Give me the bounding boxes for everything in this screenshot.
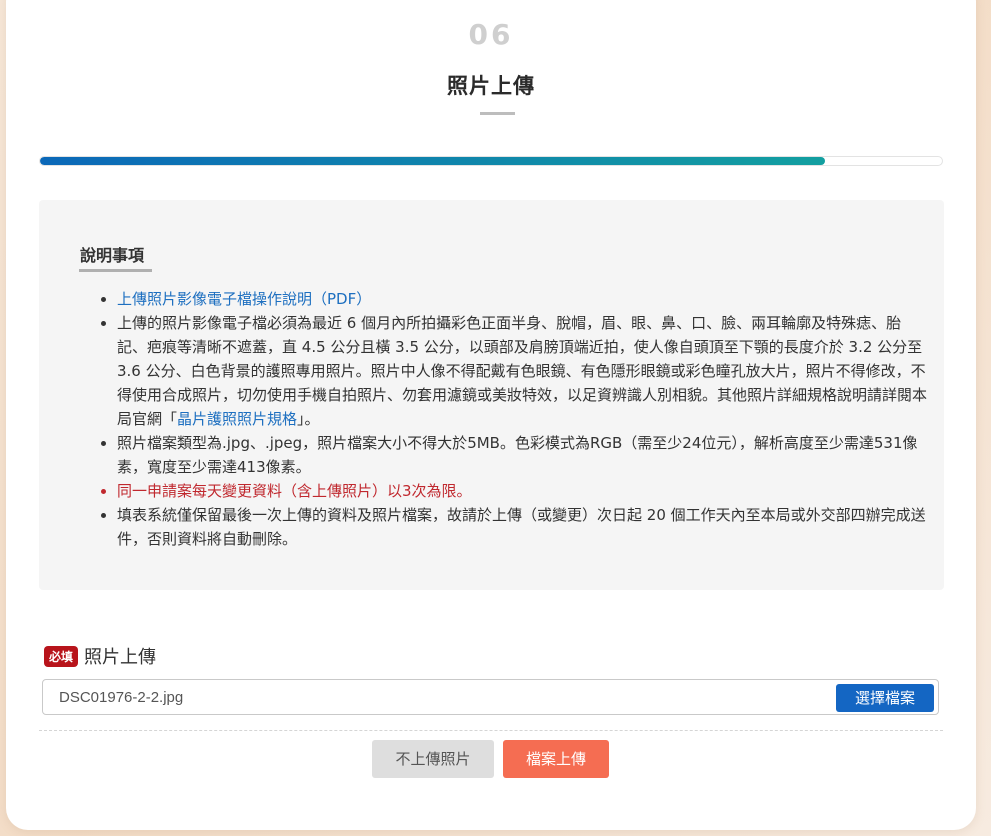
- progress-bar-fill: [40, 157, 825, 165]
- skip-upload-button[interactable]: 不上傳照片: [372, 740, 494, 778]
- list-item-text-after: 」。: [297, 410, 320, 428]
- photo-spec-link[interactable]: 晶片護照照片規格: [177, 410, 297, 428]
- upload-field-label: 必填 照片上傳: [44, 643, 156, 669]
- step-number: 06: [468, 18, 514, 51]
- list-item: 上傳的照片影像電子檔必須為最近 6 個月內所拍攝彩色正面半身、脫帽，眉、眼、鼻、…: [117, 311, 929, 431]
- instructions-heading: 說明事項: [80, 246, 145, 265]
- selected-file-name: DSC01976-2-2.jpg: [59, 689, 184, 706]
- title-underline: [480, 112, 515, 115]
- list-item-warning: 同一申請案每天變更資料（含上傳照片）以3次為限。: [117, 479, 929, 503]
- progress-bar: [39, 156, 943, 166]
- list-item-text: 照片檔案類型為.jpg、.jpeg，照片檔案大小不得大於5MB。色彩模式為RGB…: [117, 434, 918, 476]
- operation-guide-pdf-link[interactable]: 上傳照片影像電子檔操作說明（PDF）: [117, 290, 371, 308]
- choose-file-button[interactable]: 選擇檔案: [836, 684, 934, 712]
- list-item: 照片檔案類型為.jpg、.jpeg，照片檔案大小不得大於5MB。色彩模式為RGB…: [117, 431, 929, 479]
- upload-label-text: 照片上傳: [84, 647, 157, 668]
- instructions-list: 上傳照片影像電子檔操作說明（PDF） 上傳的照片影像電子檔必須為最近 6 個月內…: [101, 287, 929, 551]
- page-title: 照片上傳: [447, 74, 535, 98]
- instructions-heading-underline: [79, 269, 152, 272]
- list-item: 上傳照片影像電子檔操作說明（PDF）: [117, 287, 929, 311]
- required-badge: 必填: [44, 645, 79, 667]
- instructions-panel: 說明事項 上傳照片影像電子檔操作說明（PDF） 上傳的照片影像電子檔必須為最近 …: [39, 200, 944, 590]
- file-input[interactable]: DSC01976-2-2.jpg 選擇檔案: [42, 679, 939, 715]
- upload-file-button[interactable]: 檔案上傳: [503, 740, 609, 778]
- list-item-text: 同一申請案每天變更資料（含上傳照片）以3次為限。: [117, 482, 472, 500]
- list-item-text: 填表系統僅保留最後一次上傳的資料及照片檔案，故請於上傳（或變更）次日起 20 個…: [117, 506, 926, 548]
- divider: [39, 730, 943, 731]
- list-item: 填表系統僅保留最後一次上傳的資料及照片檔案，故請於上傳（或變更）次日起 20 個…: [117, 503, 929, 551]
